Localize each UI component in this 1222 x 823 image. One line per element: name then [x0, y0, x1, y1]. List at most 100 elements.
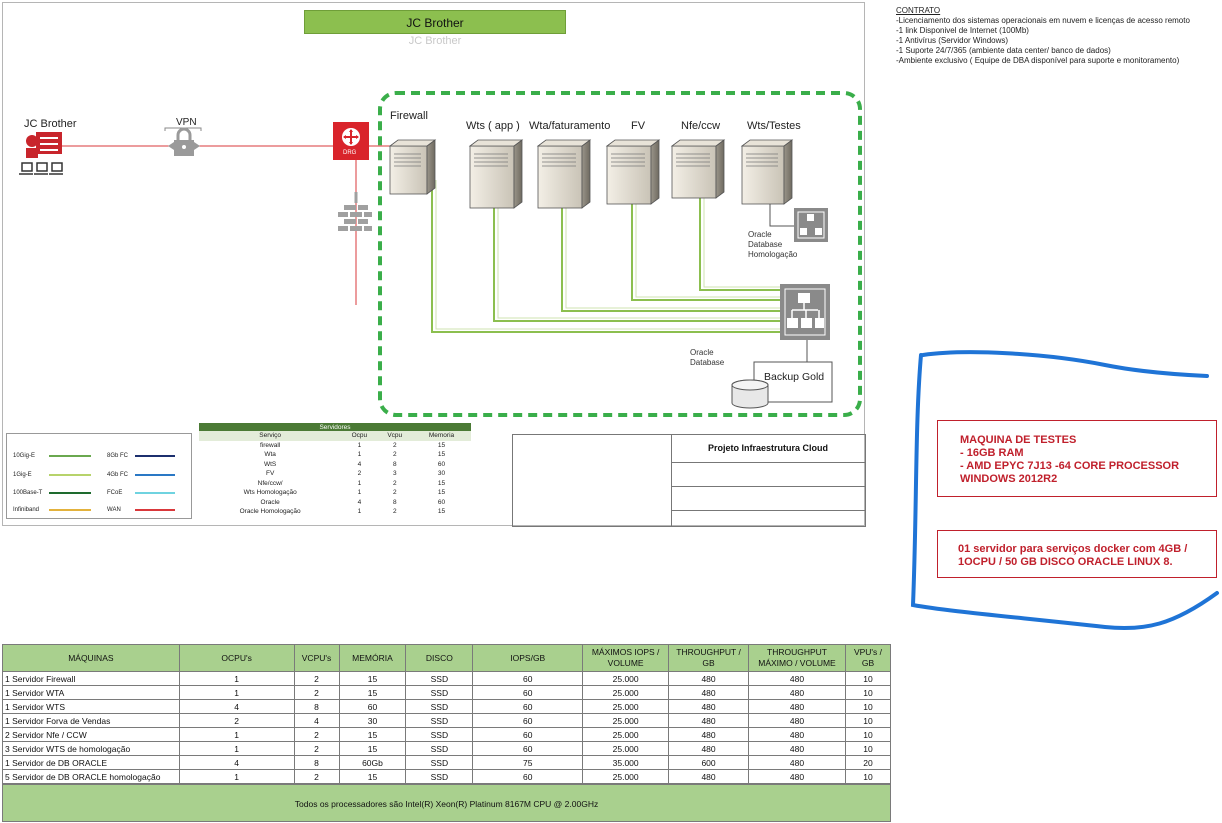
table-cell: 2 Servidor Nfe / CCW	[2, 727, 180, 742]
table-cell: Oracle	[260, 498, 280, 506]
table-header: VPU's / GB	[844, 644, 892, 672]
legend-label: 10Gig-E	[13, 453, 36, 459]
legend-label: 4Gb FC	[107, 472, 129, 478]
table-cell: 35.000	[582, 755, 670, 770]
server-label-wta: Wta/faturamento	[529, 120, 611, 132]
table-row: 1 Servidor Firewall 1 2 15 SSD 60 25.000 480 480…	[2, 671, 892, 686]
table-cell: 15	[338, 671, 407, 686]
table-row: Wta 1 2 15	[199, 450, 471, 460]
table-row: WtS 4 8 60	[199, 460, 471, 470]
table-cell: 60	[472, 699, 584, 714]
server-label-fv: FV	[631, 120, 646, 132]
legend-swatch	[135, 474, 175, 476]
table-cell: Wta	[264, 451, 276, 459]
table-cell: 480	[748, 727, 846, 742]
vpn-lock-icon	[164, 127, 202, 156]
firewall-label: Firewall	[390, 110, 428, 122]
table-cell: 30	[338, 713, 407, 728]
table-cell: 480	[668, 713, 750, 728]
table-cell: 60	[472, 685, 584, 700]
table-cell: 25.000	[582, 671, 670, 686]
table-cell: 1	[357, 451, 362, 459]
table-cell: 60	[472, 727, 584, 742]
table-cell: SSD	[405, 769, 474, 784]
legend-label: FCoE	[107, 490, 123, 496]
table-cell: 25.000	[582, 713, 670, 728]
table-cell: 480	[748, 685, 846, 700]
contract-block: CONTRATO -Licenciamento dos sistemas ope…	[896, 6, 1190, 66]
wts-app-server-icon	[468, 139, 524, 209]
table-cell: 15	[437, 489, 446, 497]
test-machine-line: - AMD EPYC 7J13 -64 CORE PROCESSOR	[960, 460, 1180, 472]
table-cell: 1	[178, 685, 295, 700]
table-cell: 15	[338, 769, 407, 784]
table-row: FV 2 3 30	[199, 469, 471, 479]
table-row: Oracle Homologação 1 2 15	[199, 507, 471, 517]
table-cell: 2	[293, 685, 340, 700]
table-cell: 4	[357, 460, 362, 468]
table-cell: 25.000	[582, 769, 670, 784]
legend-swatch	[49, 509, 91, 511]
table-cell: 15	[338, 727, 407, 742]
table-cell: 480	[748, 671, 846, 686]
firewall-server-icon	[388, 139, 437, 195]
core-switch-icon	[780, 284, 830, 340]
legend-swatch	[135, 455, 175, 457]
table-cell: 4	[178, 755, 295, 770]
table-cell: Oracle Homologação	[239, 508, 301, 516]
contract-item: -1 Antivírus (Servidor Windows)	[896, 36, 1009, 45]
legend-swatch	[135, 509, 175, 511]
table-cell: 60	[437, 498, 446, 506]
legend-swatch	[135, 492, 175, 494]
table-row: 1 Servidor Forva de Vendas 2 4 30 SSD 60 25.00…	[2, 713, 892, 728]
table-cell: 15	[437, 441, 446, 449]
table-cell: 10	[844, 671, 892, 686]
table-cell: 1	[178, 741, 295, 756]
table-cell: 8	[392, 498, 397, 506]
table-cell: SSD	[405, 699, 474, 714]
contract-item: -1 Suporte 24/7/365 (ambiente data cente…	[896, 46, 1111, 55]
table-cell: 2	[293, 741, 340, 756]
database-cylinder-icon	[731, 379, 769, 409]
servidores-table: Servidores Serviço Ocpu Vcpu Memoria fir…	[199, 423, 471, 517]
table-cell: 480	[668, 769, 750, 784]
table-cell: 10	[844, 727, 892, 742]
table-cell: 480	[748, 755, 846, 770]
contract-heading: CONTRATO	[896, 6, 941, 15]
table-header: THROUGHPUT / GB	[668, 644, 750, 672]
table-cell: 75	[472, 755, 584, 770]
table-row: 1 Servidor WTS 4 8 60 SSD 60 25.000 480 480 10	[2, 699, 892, 714]
table-cell: 10	[844, 713, 892, 728]
servidores-caption: Servidores	[199, 423, 471, 431]
table-header: DISCO	[405, 644, 474, 672]
table-cell: 1 Servidor de DB ORACLE	[2, 755, 180, 770]
server-label-wts-app: Wts ( app )	[466, 120, 520, 132]
table-cell: 60	[472, 741, 584, 756]
table-header: IOPS/GB	[472, 644, 584, 672]
table-cell: 8	[293, 699, 340, 714]
table-row: firewall 1 2 15	[199, 441, 471, 451]
vpn-label: VPN	[176, 117, 197, 128]
table-row: 1 Servidor WTA 1 2 15 SSD 60 25.000 480 480 10	[2, 685, 892, 700]
table-cell: 1	[178, 769, 295, 784]
table-cell: 2	[392, 479, 397, 487]
firewall-wall-icon	[338, 192, 372, 231]
project-cell	[671, 462, 865, 487]
table-cell: 25.000	[582, 741, 670, 756]
table-cell: 2	[293, 769, 340, 784]
docker-note-box: 01 servidor para serviços docker com 4GB…	[937, 530, 1217, 578]
wta-server-icon	[536, 139, 592, 209]
table-cell: 15	[437, 479, 446, 487]
table-header: Ocpu	[341, 431, 378, 441]
test-machine-box: MAQUINA DE TESTES - 16GB RAM - AMD EPYC …	[937, 420, 1217, 497]
table-cell: 60	[472, 713, 584, 728]
backup-label: Backup Gold	[764, 371, 825, 383]
docker-note-line: 1OCPU / 50 GB DISCO ORACLE LINUX 8.	[958, 556, 1173, 568]
legend: 10Gig-E 1Gig-E 100Base-T Infiniband 8Gb …	[6, 433, 192, 519]
table-header: MÁQUINAS	[2, 644, 180, 672]
project-title-block: Projeto Infraestrutura Cloud	[512, 434, 866, 527]
table-row: Nfe/ccw/1 2 15	[199, 479, 471, 489]
project-title: Projeto Infraestrutura Cloud	[707, 443, 828, 453]
table-cell: 15	[338, 741, 407, 756]
table-header: VCPU's	[293, 644, 340, 672]
